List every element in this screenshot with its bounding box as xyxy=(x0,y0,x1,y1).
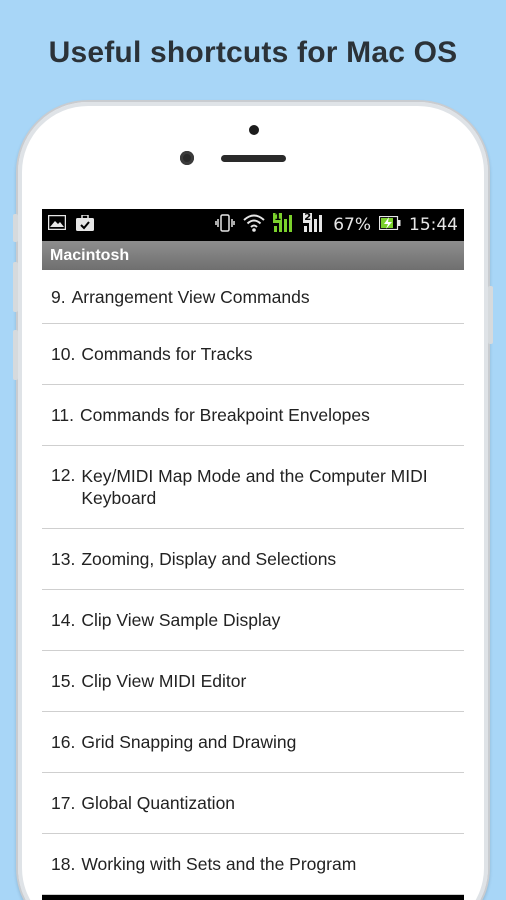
list-item[interactable]: 18. Working with Sets and the Program xyxy=(42,834,464,895)
item-label: Zooming, Display and Selections xyxy=(81,549,337,569)
item-number: 11. xyxy=(51,405,75,425)
vibrate-icon xyxy=(215,213,235,237)
list-item[interactable]: 13. Zooming, Display and Selections xyxy=(42,529,464,590)
list-item[interactable]: 12. Key/MIDI Map Mode and the Computer M… xyxy=(42,446,464,529)
phone-screen: 1 2 67% 15:44 Macintosh 9. Arrangement V… xyxy=(42,209,464,900)
front-camera xyxy=(180,151,194,165)
item-label: Key/MIDI Map Mode and the Computer MIDI … xyxy=(81,466,428,508)
item-label: Commands for Tracks xyxy=(81,344,253,364)
item-number: 17. xyxy=(51,793,76,813)
proximity-sensor xyxy=(249,125,259,135)
gallery-icon xyxy=(47,214,67,235)
battery-charging-icon xyxy=(378,215,401,235)
list-item[interactable]: 15. Clip View MIDI Editor xyxy=(42,651,464,712)
signal-sim1-icon: 1 xyxy=(273,211,295,238)
status-time: 15:44 xyxy=(409,215,458,235)
signal-sim2-icon: 2 xyxy=(303,211,325,238)
list-item[interactable]: 17. Global Quantization xyxy=(42,773,464,834)
item-label: Grid Snapping and Drawing xyxy=(81,732,297,752)
app-title-bar: Macintosh xyxy=(42,241,464,270)
item-number: 10. xyxy=(51,344,76,364)
phone-side-button xyxy=(13,214,18,242)
battery-percent: 67% xyxy=(333,215,371,235)
item-number: 9. xyxy=(51,286,66,307)
item-number: 14. xyxy=(51,610,76,630)
item-number: 12. xyxy=(51,465,76,485)
sim2-label: 2 xyxy=(304,211,312,223)
item-label: Working with Sets and the Program xyxy=(81,854,357,874)
list-item[interactable]: 16. Grid Snapping and Drawing xyxy=(42,712,464,773)
item-number: 16. xyxy=(51,732,76,752)
item-label: Arrangement View Commands xyxy=(71,286,310,307)
phone-power-button xyxy=(488,286,493,344)
wifi-icon xyxy=(243,214,265,237)
list-item[interactable]: 14. Clip View Sample Display xyxy=(42,590,464,651)
item-label: Clip View MIDI Editor xyxy=(81,671,247,691)
list-item[interactable]: 9. Arrangement View Commands xyxy=(42,270,464,324)
earpiece-speaker xyxy=(221,155,286,162)
item-number: 13. xyxy=(51,549,76,569)
shortcut-list: 9. Arrangement View Commands 10. Command… xyxy=(42,270,464,895)
list-item[interactable]: 10. Commands for Tracks xyxy=(42,324,464,385)
item-number: 15. xyxy=(51,671,76,691)
promo-headline: Useful shortcuts for Mac OS xyxy=(48,36,458,69)
briefcase-icon xyxy=(76,213,94,236)
item-number: 18. xyxy=(51,854,76,874)
item-label: Commands for Breakpoint Envelopes xyxy=(80,405,370,425)
phone-volume-up-button xyxy=(13,262,18,312)
status-bar: 1 2 67% 15:44 xyxy=(42,209,464,241)
phone-volume-down-button xyxy=(13,330,18,380)
sim1-label: 1 xyxy=(274,211,282,223)
item-label: Global Quantization xyxy=(81,793,236,813)
item-label: Clip View Sample Display xyxy=(81,610,281,630)
list-item[interactable]: 11. Commands for Breakpoint Envelopes xyxy=(42,385,464,446)
